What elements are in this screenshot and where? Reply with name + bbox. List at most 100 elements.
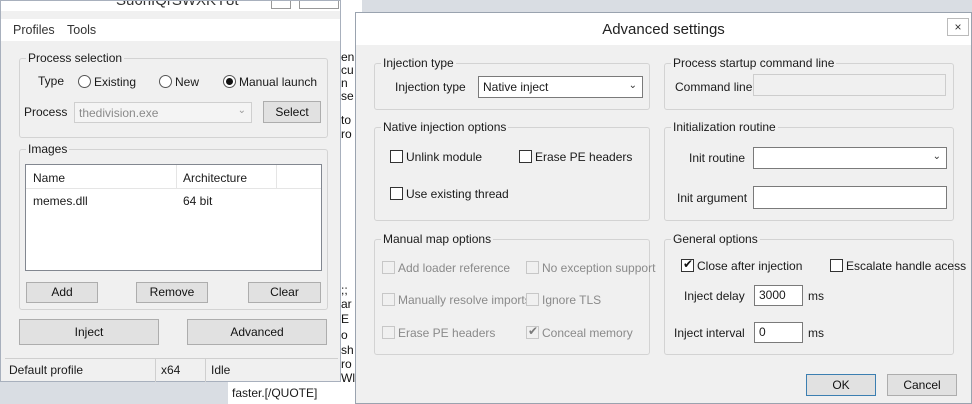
native-erase-pe-label[interactable]: Erase PE headers: [535, 150, 632, 164]
init-routine-select[interactable]: ⌄: [753, 147, 947, 169]
add-image-button[interactable]: Add: [26, 282, 98, 303]
column-name-header[interactable]: Name: [33, 171, 65, 185]
bg-text-fragment: n: [341, 76, 348, 90]
process-label: Process: [24, 105, 68, 119]
unlink-module-label[interactable]: Unlink module: [406, 150, 482, 164]
chevron-down-icon: ⌄: [628, 80, 637, 91]
command-line-label: Command line: [675, 80, 753, 94]
inject-interval-label: Inject interval: [674, 326, 745, 340]
status-profile: Default profile: [9, 363, 84, 377]
table-row[interactable]: memes.dll 64 bit: [26, 191, 321, 209]
ignore-tls-label[interactable]: Ignore TLS: [542, 293, 601, 307]
add-loader-reference-label[interactable]: Add loader reference: [398, 261, 510, 275]
status-state: Idle: [211, 363, 231, 377]
command-line-input[interactable]: [753, 74, 946, 96]
image-arch-cell: 64 bit: [183, 194, 213, 208]
native-options-title: Native injection options: [381, 120, 509, 134]
cancel-button[interactable]: Cancel: [887, 374, 957, 396]
dialog-title-bar: Advanced settings ×: [356, 13, 971, 45]
radio-manual-launch[interactable]: [223, 75, 236, 88]
init-argument-label: Init argument: [677, 191, 748, 205]
images-list-header: Name Architecture: [26, 165, 321, 189]
init-argument-input[interactable]: [753, 186, 947, 209]
bg-text-fragment: en: [341, 50, 355, 64]
radio-existing[interactable]: [78, 75, 91, 88]
dialog-title: Advanced settings: [602, 21, 725, 38]
ok-button[interactable]: OK: [806, 374, 876, 396]
column-divider: [176, 165, 177, 189]
process-selection-group: Process selection: [19, 51, 328, 138]
process-combo-value: thedivision.exe: [79, 106, 159, 120]
inject-button[interactable]: Inject: [19, 319, 159, 345]
radio-manual-launch-label[interactable]: Manual launch: [239, 75, 317, 89]
mm-erase-pe-checkbox[interactable]: [382, 326, 395, 339]
clear-images-button[interactable]: Clear: [248, 282, 321, 303]
bg-text-fragment: cu: [341, 63, 354, 77]
radio-new-label[interactable]: New: [175, 75, 199, 89]
bg-quote-label: faster.[/QUOTE]: [232, 386, 318, 400]
native-options-group: Native injection options: [374, 120, 650, 221]
close-after-injection-checkbox[interactable]: ✔: [681, 257, 694, 272]
bg-text-fragment: ar: [341, 297, 352, 311]
bg-text-fragment: o: [341, 328, 348, 342]
column-architecture-header[interactable]: Architecture: [183, 171, 247, 185]
advanced-settings-dialog: Advanced settings × Injection type Injec…: [355, 12, 972, 404]
status-bar: Default profile x64 Idle: [5, 358, 338, 382]
checkmark-icon: ✔: [528, 324, 539, 338]
unlink-module-checkbox[interactable]: [390, 150, 403, 163]
close-icon[interactable]: ×: [947, 18, 969, 36]
inject-delay-input[interactable]: 3000: [754, 285, 803, 306]
bg-text-fragment: ro: [341, 127, 352, 141]
no-exception-support-label[interactable]: No exception support: [542, 261, 655, 275]
injection-type-value: Native inject: [483, 80, 549, 94]
mm-erase-pe-label[interactable]: Erase PE headers: [398, 326, 495, 340]
resolve-imports-checkbox[interactable]: [382, 293, 395, 306]
escalate-handle-label[interactable]: Escalate handle acess: [846, 259, 966, 273]
radio-new[interactable]: [159, 75, 172, 88]
remove-image-button[interactable]: Remove: [136, 282, 208, 303]
use-existing-thread-checkbox[interactable]: [390, 187, 403, 200]
inject-interval-unit: ms: [808, 326, 824, 340]
chevron-down-icon: ⌄: [237, 105, 246, 116]
close-after-injection-label[interactable]: Close after injection: [697, 259, 802, 273]
type-label: Type: [38, 74, 65, 88]
menu-bar: Profiles Tools: [1, 19, 340, 41]
conceal-memory-label[interactable]: Conceal memory: [542, 326, 633, 340]
no-exception-support-checkbox[interactable]: [526, 261, 539, 274]
advanced-button[interactable]: Advanced: [187, 319, 327, 345]
inject-interval-input[interactable]: 0: [754, 322, 803, 343]
bg-text-fragment: sh: [341, 343, 354, 357]
close-window-button[interactable]: [299, 1, 339, 9]
process-combo[interactable]: thedivision.exe ⌄: [74, 102, 252, 123]
general-options-title: General options: [671, 232, 760, 246]
status-divider: [205, 359, 206, 382]
native-erase-pe-checkbox[interactable]: [519, 150, 532, 163]
use-existing-thread-label[interactable]: Use existing thread: [406, 187, 509, 201]
injection-type-select[interactable]: Native inject ⌄: [478, 76, 643, 98]
bg-text-fragment: ro: [341, 357, 352, 371]
main-title-bar: Su6hIQrSWXKY8t: [1, 1, 340, 11]
images-list[interactable]: Name Architecture memes.dll 64 bit: [25, 164, 322, 271]
maximize-button[interactable]: [271, 1, 291, 9]
ignore-tls-checkbox[interactable]: [526, 293, 539, 306]
bg-text-fragment: ;;: [341, 283, 348, 297]
conceal-memory-checkbox[interactable]: ✔: [526, 324, 539, 339]
escalate-handle-checkbox[interactable]: [830, 259, 843, 272]
menu-profiles[interactable]: Profiles: [13, 23, 55, 37]
select-process-button[interactable]: Select: [263, 101, 321, 123]
add-loader-reference-checkbox[interactable]: [382, 261, 395, 274]
main-window: Su6hIQrSWXKY8t Profiles Tools Process se…: [0, 0, 341, 382]
image-name-cell: memes.dll: [33, 194, 88, 208]
bg-text-fragment: se: [341, 89, 354, 103]
resolve-imports-label[interactable]: Manually resolve imports: [398, 293, 531, 307]
inject-delay-unit: ms: [808, 289, 824, 303]
radio-existing-label[interactable]: Existing: [94, 75, 136, 89]
startup-command-title: Process startup command line: [671, 56, 837, 70]
bg-text-fragment: E: [341, 312, 350, 326]
main-window-title: Su6hIQrSWXKY8t: [116, 1, 239, 9]
menu-tools[interactable]: Tools: [67, 23, 96, 37]
status-arch: x64: [161, 363, 181, 377]
status-divider: [155, 359, 156, 382]
init-routine-title: Initialization routine: [671, 120, 778, 134]
column-divider: [276, 165, 277, 189]
